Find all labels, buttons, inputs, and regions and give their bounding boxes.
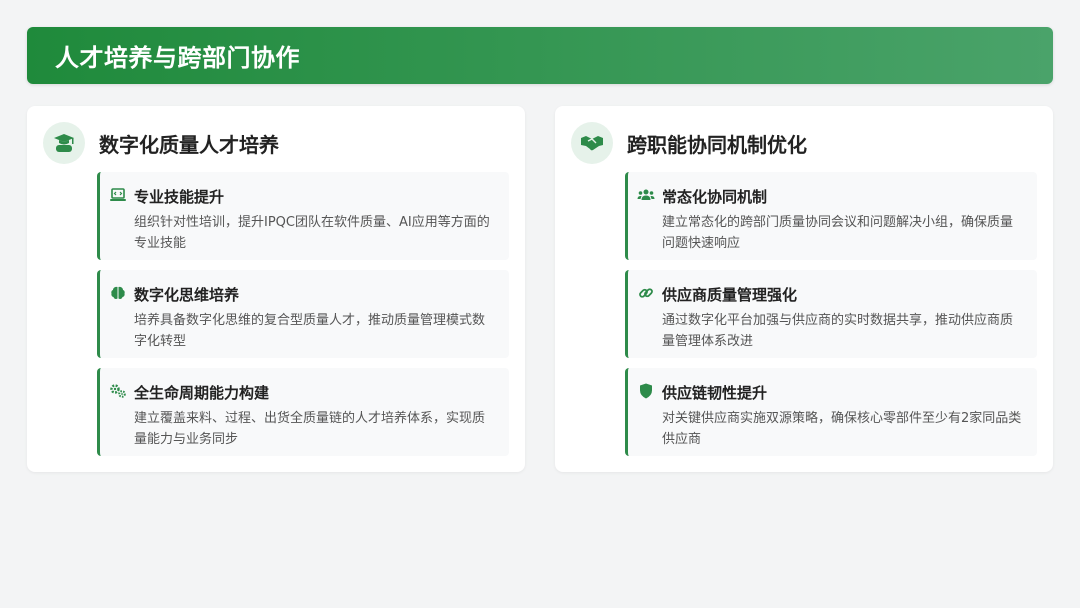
collaboration-panel: 跨职能协同机制优化 常态化协同机制 建立常态化的跨部门质量协同会议和问题解决小组… <box>555 106 1053 472</box>
card-regular-collaboration: 常态化协同机制 建立常态化的跨部门质量协同会议和问题解决小组，确保质量问题快速响… <box>625 172 1037 260</box>
graduate-icon <box>43 122 85 164</box>
users-icon <box>637 186 655 204</box>
card-supplier-quality: 供应商质量管理强化 通过数字化平台加强与供应商的实时数据共享，推动供应商质量管理… <box>625 270 1037 358</box>
panel-header: 数字化质量人才培养 <box>43 122 279 164</box>
shield-icon <box>637 382 655 400</box>
panel-title: 跨职能协同机制优化 <box>627 132 807 157</box>
card-title: 数字化思维培养 <box>134 286 240 304</box>
card-title: 常态化协同机制 <box>662 188 768 206</box>
card-digital-thinking: 数字化思维培养 培养具备数字化思维的复合型质量人才，推动质量管理模式数字化转型 <box>97 270 509 358</box>
card-title: 供应商质量管理强化 <box>662 286 798 304</box>
gears-icon <box>109 382 127 400</box>
brain-icon <box>109 284 127 302</box>
card-title: 专业技能提升 <box>134 188 225 206</box>
panel-title: 数字化质量人才培养 <box>99 132 279 157</box>
title-banner: 人才培养与跨部门协作 <box>27 27 1053 84</box>
card-description: 组织针对性培训，提升IPQC团队在软件质量、AI应用等方面的专业技能 <box>134 215 490 251</box>
panel-header: 跨职能协同机制优化 <box>571 122 807 164</box>
card-description: 建立常态化的跨部门质量协同会议和问题解决小组，确保质量问题快速响应 <box>662 215 1014 251</box>
card-supply-chain-resilience: 供应链韧性提升 对关键供应商实施双源策略，确保核心零部件至少有2家同品类供应商 <box>625 368 1037 456</box>
card-skill-upgrade: 专业技能提升 组织针对性培训，提升IPQC团队在软件质量、AI应用等方面的专业技… <box>97 172 509 260</box>
card-description: 建立覆盖来料、过程、出货全质量链的人才培养体系，实现质量能力与业务同步 <box>134 411 486 447</box>
laptop-code-icon <box>109 186 127 204</box>
link-icon <box>637 284 655 302</box>
handshake-icon <box>571 122 613 164</box>
card-title: 供应链韧性提升 <box>662 384 768 402</box>
card-title: 全生命周期能力构建 <box>134 384 270 402</box>
page-title: 人才培养与跨部门协作 <box>55 44 300 72</box>
card-lifecycle-capability: 全生命周期能力构建 建立覆盖来料、过程、出货全质量链的人才培养体系，实现质量能力… <box>97 368 509 456</box>
card-description: 通过数字化平台加强与供应商的实时数据共享，推动供应商质量管理体系改进 <box>662 313 1014 349</box>
card-description: 对关键供应商实施双源策略，确保核心零部件至少有2家同品类供应商 <box>662 411 1022 447</box>
talent-panel: 数字化质量人才培养 专业技能提升 组织针对性培训，提升IPQC团队在软件质量、A… <box>27 106 525 472</box>
card-description: 培养具备数字化思维的复合型质量人才，推动质量管理模式数字化转型 <box>134 313 486 349</box>
